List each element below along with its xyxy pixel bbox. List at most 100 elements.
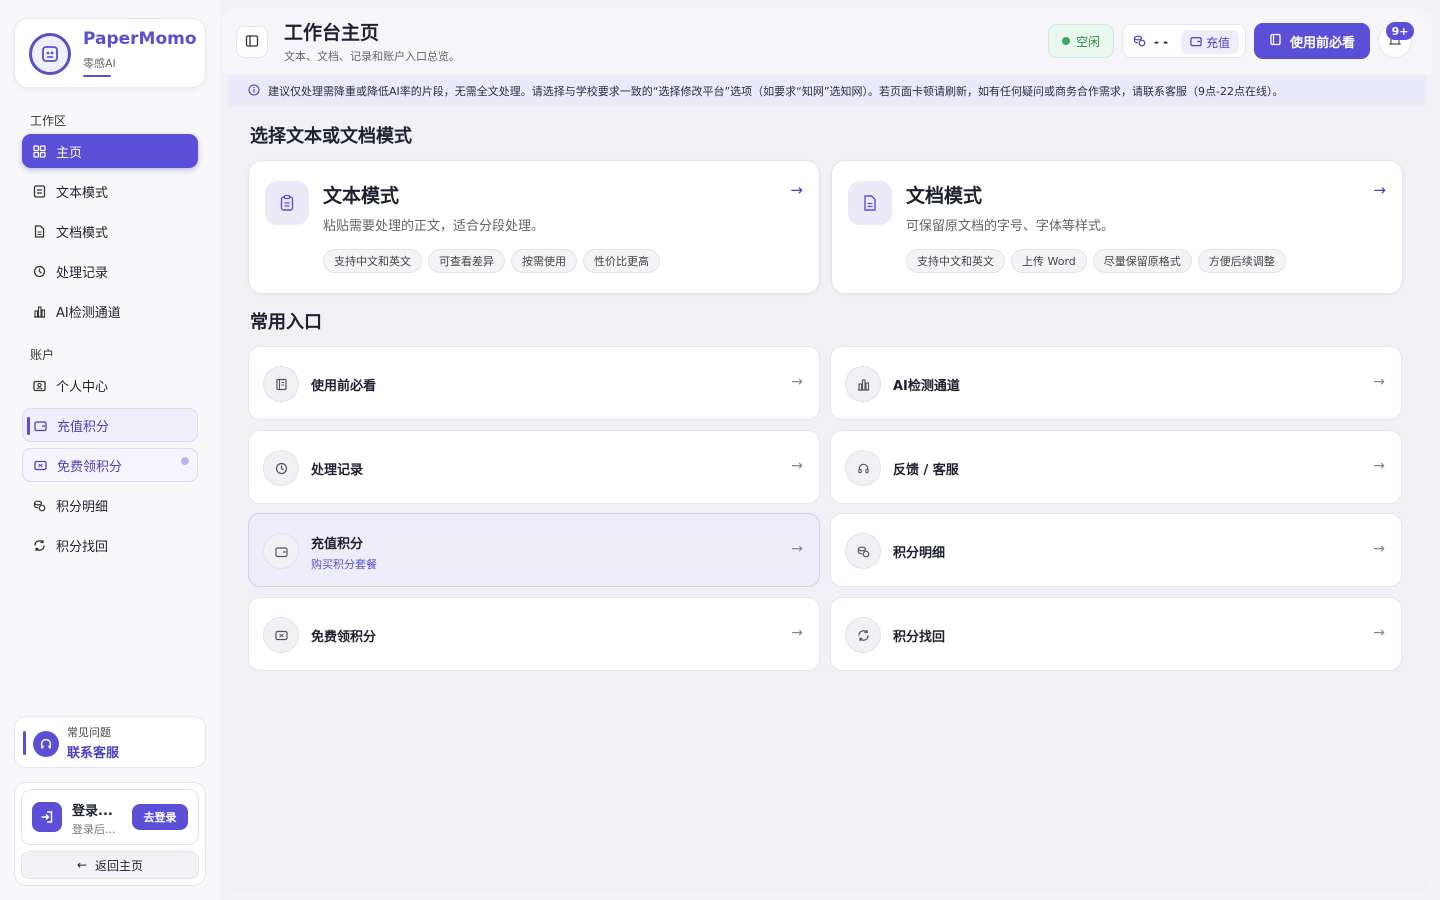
entry-label: 处理记录: [311, 463, 364, 478]
faq-title: 常见问题: [67, 726, 111, 739]
brand-card[interactable]: PaperMomo 零感AI: [14, 18, 206, 88]
entry-history[interactable]: 处理记录 →: [248, 430, 820, 504]
entry-feedback[interactable]: 反馈 / 客服 →: [830, 430, 1402, 504]
sidebar-item-text-mode[interactable]: 文本模式: [22, 174, 198, 208]
history-icon: [263, 450, 299, 486]
arrow-right-icon: →: [791, 458, 803, 474]
section-label-workspace: 工作区: [30, 114, 67, 128]
sidebar-item-credit-detail[interactable]: 积分明细: [22, 488, 198, 522]
credit-value: - -: [1154, 35, 1169, 49]
sidebar-item-label: 个人中心: [56, 379, 109, 395]
feature-tag: 支持中文和英文: [323, 249, 422, 273]
arrow-right-icon: →: [1373, 541, 1385, 557]
back-home-button[interactable]: ← 返回主页: [21, 851, 199, 879]
login-name: 登录...: [72, 804, 113, 819]
entry-ai-detect[interactable]: AI检测通道 →: [830, 346, 1402, 420]
coins-icon: [1133, 34, 1146, 50]
sidebar-item-free-credits[interactable]: 免费领积分: [22, 448, 198, 482]
user-card-icon: [32, 378, 46, 392]
entry-must-read[interactable]: 使用前必看 →: [248, 346, 820, 420]
modes-heading: 选择文本或文档模式: [250, 126, 412, 147]
notification-badge: 9+: [1386, 22, 1414, 40]
faq-card[interactable]: 常见问题 联系客服: [14, 716, 206, 768]
doc-mode-desc: 可保留原文档的字号、字体等样式。: [906, 219, 1115, 234]
info-icon: [248, 83, 260, 99]
text-mode-title: 文本模式: [323, 185, 400, 207]
section-label-account: 账户: [30, 348, 55, 362]
status-dot: [1061, 37, 1070, 45]
entry-label: 充值积分: [311, 537, 364, 552]
sidebar-item-label: AI检测通道: [56, 305, 121, 321]
entry-free-credits[interactable]: 免费领积分 →: [248, 597, 820, 671]
entry-label: 免费领积分: [311, 630, 377, 645]
refresh-icon: [845, 617, 881, 653]
entry-label: 反馈 / 客服: [893, 463, 959, 478]
sidebar-item-history[interactable]: 处理记录: [22, 254, 198, 288]
wallet-icon: [1190, 35, 1202, 50]
text-mode-tags: 支持中文和英文 可查看差异 按需使用 性价比更高: [323, 249, 660, 273]
feature-tag: 上传 Word: [1011, 249, 1087, 273]
feature-tag: 可查看差异: [428, 249, 505, 273]
sidebar-item-profile[interactable]: 个人中心: [22, 368, 198, 402]
notice-text: 建议仅处理需降重或降低AI率的片段，无需全文处理。请选择与学校要求一致的“选择修…: [268, 85, 1284, 98]
recharge-button[interactable]: 充值: [1181, 30, 1239, 54]
arrow-left-icon: ←: [76, 858, 88, 872]
credit-widget: - - 充值: [1122, 24, 1246, 58]
sidebar-toggle-button[interactable]: [236, 26, 268, 58]
page-subtitle: 文本、文档、记录和账户入口总览。: [284, 50, 460, 63]
entry-credit-detail[interactable]: 积分明细 →: [830, 513, 1402, 587]
feature-tag: 支持中文和英文: [906, 249, 1005, 273]
book-icon: [1269, 33, 1282, 50]
notification-dot: [181, 457, 189, 465]
grid-icon: [32, 144, 46, 158]
sidebar: PaperMomo 零感AI 工作区 主页 文本模式 文档模式 处理记录 AI检…: [0, 0, 220, 900]
text-mode-card[interactable]: 文本模式 粘贴需要处理的正文，适合分段处理。 → 支持中文和英文 可查看差异 按…: [248, 160, 820, 294]
sidebar-item-home[interactable]: 主页: [22, 134, 198, 168]
file-icon: [32, 224, 46, 238]
coins-icon: [32, 498, 46, 512]
feature-tag: 性价比更高: [583, 249, 660, 273]
arrow-right-icon: →: [1373, 625, 1385, 641]
login-button[interactable]: 去登录: [132, 804, 188, 830]
brand-subtitle: 零感AI: [83, 57, 116, 70]
must-read-button[interactable]: 使用前必看: [1254, 23, 1370, 59]
recharge-label: 充值: [1205, 35, 1230, 50]
book-icon: [263, 366, 299, 402]
sidebar-item-credit-recover[interactable]: 积分找回: [22, 528, 198, 562]
doc-mode-card[interactable]: 文档模式 可保留原文档的字号、字体等样式。 → 支持中文和英文 上传 Word …: [831, 160, 1403, 294]
main-panel: 工作台主页 文本、文档、记录和账户入口总览。 空闲 - - 充值 使用前必看 9…: [222, 8, 1432, 892]
doc-mode-title: 文档模式: [906, 185, 983, 207]
wallet-icon: [263, 533, 299, 569]
feature-tag: 按需使用: [511, 249, 577, 273]
arrow-right-icon: →: [1373, 374, 1385, 390]
brand-name: PaperMomo: [83, 29, 197, 49]
contact-support-link[interactable]: 联系客服: [67, 742, 119, 761]
sidebar-item-ai-detect[interactable]: AI检测通道: [22, 294, 198, 328]
entry-recharge[interactable]: 充值积分 购买积分套餐 →: [248, 513, 820, 587]
notice-banner: 建议仅处理需降重或降低AI率的片段，无需全文处理。请选择与学校要求一致的“选择修…: [228, 76, 1426, 106]
entry-credit-recover[interactable]: 积分找回 →: [830, 597, 1402, 671]
entries-heading: 常用入口: [250, 312, 322, 333]
sidebar-item-label: 文本模式: [56, 185, 109, 201]
login-card: 登录... 登录后... 去登录 ← 返回主页: [14, 782, 206, 886]
brand-underline: [83, 75, 111, 77]
back-home-label: 返回主页: [95, 858, 144, 873]
login-desc: 登录后...: [72, 823, 116, 836]
chart-icon: [845, 366, 881, 402]
history-icon: [32, 264, 46, 278]
ticket-icon: [263, 617, 299, 653]
status-text: 空闲: [1075, 34, 1100, 49]
clipboard-icon: [265, 181, 309, 225]
entry-sublabel: 购买积分套餐: [311, 558, 377, 571]
arrow-right-icon: →: [1373, 458, 1385, 474]
sidebar-item-label: 积分明细: [56, 499, 109, 515]
arrow-right-icon: →: [791, 625, 803, 641]
ticket-icon: [33, 458, 47, 472]
sidebar-item-label: 主页: [56, 145, 83, 161]
sidebar-item-doc-mode[interactable]: 文档模式: [22, 214, 198, 248]
entry-label: 积分明细: [893, 546, 946, 561]
text-doc-icon: [32, 184, 46, 198]
sidebar-item-recharge[interactable]: 充值积分: [22, 408, 198, 442]
text-mode-desc: 粘贴需要处理的正文，适合分段处理。: [323, 219, 545, 234]
feature-tag: 尽量保留原格式: [1092, 249, 1192, 273]
